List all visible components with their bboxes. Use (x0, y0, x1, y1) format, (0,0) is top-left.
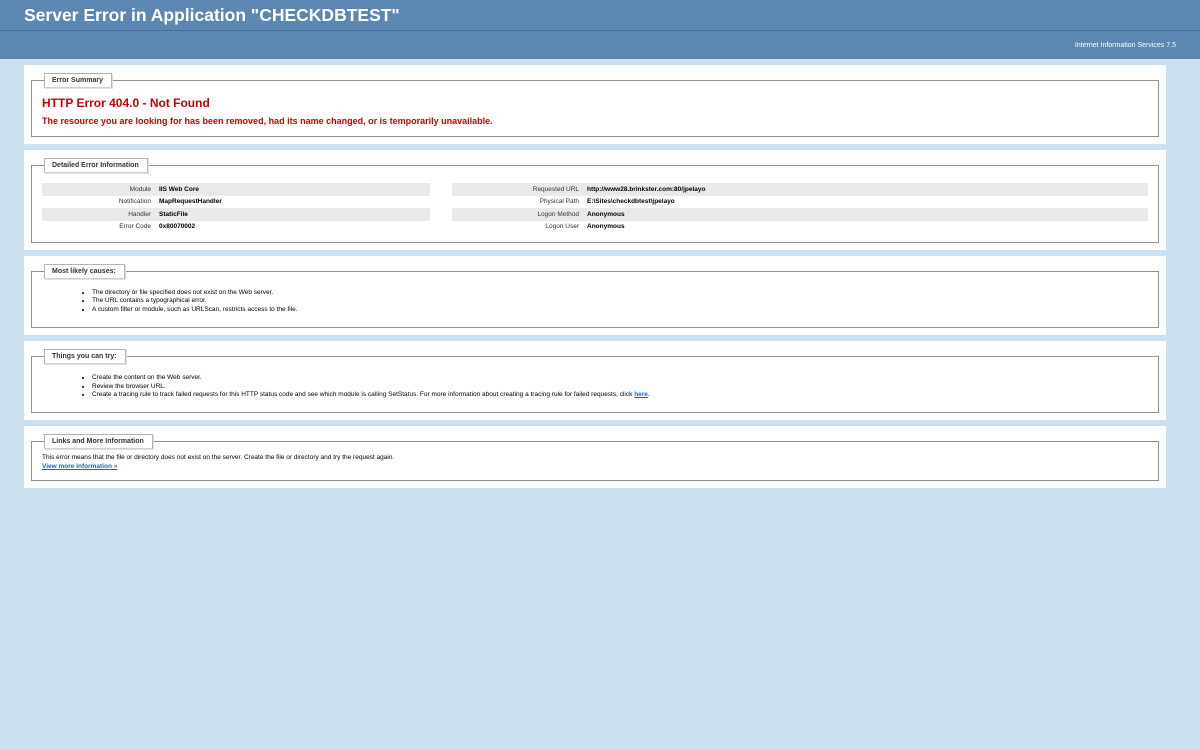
table-row: Requested URL http://www28.brinkster.com… (452, 183, 1148, 196)
detail-table-right: Requested URL http://www28.brinkster.com… (452, 183, 1148, 233)
list-item: A custom filter or module, such as URLSc… (92, 306, 1148, 314)
table-row: Error Code 0x80070002 (42, 221, 430, 234)
detail-value: Anonymous (587, 223, 625, 231)
list-item: The directory or file specified does not… (92, 289, 1148, 297)
list-item: Create a tracing rule to track failed re… (92, 391, 1148, 399)
detail-label: Logon User (545, 223, 579, 231)
detail-value: StaticFile (158, 208, 430, 221)
list-item: The URL contains a typographical error. (92, 297, 1148, 305)
table-row: Logon Method Anonymous (452, 208, 1148, 221)
list-item-text: Create a tracing rule to track failed re… (92, 391, 633, 399)
content-area: Error Summary HTTP Error 404.0 - Not Fou… (24, 65, 1166, 494)
links-fieldset: Links and More Information This error me… (31, 434, 1159, 482)
things-to-try-legend: Things you can try: (44, 349, 126, 365)
error-summary-legend: Error Summary (44, 73, 112, 88)
detail-table-left: Module IIS Web Core Notification MapRequ… (42, 183, 430, 233)
detail-value: 0x80070002 (159, 223, 196, 231)
things-to-try-list: Create the content on the Web server. Re… (42, 374, 1148, 399)
likely-causes-legend: Most likely causes: (44, 264, 125, 279)
error-title: HTTP Error 404.0 - Not Found (42, 96, 210, 110)
error-summary-section: Error Summary HTTP Error 404.0 - Not Fou… (24, 65, 1166, 144)
table-row: Notification MapRequestHandler (42, 196, 430, 209)
detail-value: Anonymous (586, 208, 1148, 221)
detail-label: Physical Path (539, 198, 579, 206)
error-summary-fieldset: Error Summary HTTP Error 404.0 - Not Fou… (31, 73, 1159, 137)
detail-value: http://www28.brinkster.com:80/jpelayo (586, 183, 1148, 196)
links-description: This error means that the file or direct… (42, 454, 395, 462)
things-to-try-fieldset: Things you can try: Create the content o… (31, 349, 1159, 414)
page-title: Server Error in Application "CHECKDBTEST… (24, 5, 400, 25)
detail-label: Requested URL (452, 183, 586, 196)
list-item: Review the browser URL. (92, 383, 1148, 391)
here-suffix: . (647, 391, 650, 399)
detail-label: Logon Method (452, 208, 586, 221)
here-link[interactable]: here (634, 391, 648, 398)
detail-value: E:\Sites\checkdbtest\jpelayo (587, 198, 675, 206)
links-text: This error means that the file or direct… (42, 454, 1148, 471)
table-row: Physical Path E:\Sites\checkdbtest\jpela… (452, 196, 1148, 209)
detail-label: Handler (42, 208, 158, 221)
table-row: Handler StaticFile (42, 208, 430, 221)
list-item: Create the content on the Web server. (92, 374, 1148, 382)
detail-value: IIS Web Core (158, 183, 430, 196)
detailed-info-fieldset: Detailed Error Information Module IIS We… (31, 158, 1159, 243)
table-row: Logon User Anonymous (452, 221, 1148, 234)
detailed-info-section: Detailed Error Information Module IIS We… (24, 150, 1166, 250)
detail-value: MapRequestHandler (159, 198, 222, 206)
detailed-info-legend: Detailed Error Information (44, 158, 148, 173)
table-row: Module IIS Web Core (42, 183, 430, 196)
likely-causes-section: Most likely causes: The directory or fil… (24, 256, 1166, 336)
things-to-try-section: Things you can try: Create the content o… (24, 341, 1166, 421)
detail-label: Module (42, 183, 158, 196)
error-description: The resource you are looking for has bee… (42, 116, 493, 126)
likely-causes-list: The directory or file specified does not… (42, 289, 1148, 314)
detail-label: Error Code (119, 223, 151, 231)
view-more-link[interactable]: View more information » (42, 463, 117, 470)
subheader-bar: Internet Information Services 7.5 (0, 31, 1200, 59)
links-section: Links and More Information This error me… (24, 426, 1166, 489)
detail-label: Notification (118, 198, 151, 206)
page-header: Server Error in Application "CHECKDBTEST… (0, 0, 1200, 31)
likely-causes-fieldset: Most likely causes: The directory or fil… (31, 264, 1159, 329)
detail-tables: Module IIS Web Core Notification MapRequ… (42, 183, 1148, 233)
server-info: Internet Information Services 7.5 (1074, 42, 1176, 49)
links-legend: Links and More Information (44, 434, 153, 450)
